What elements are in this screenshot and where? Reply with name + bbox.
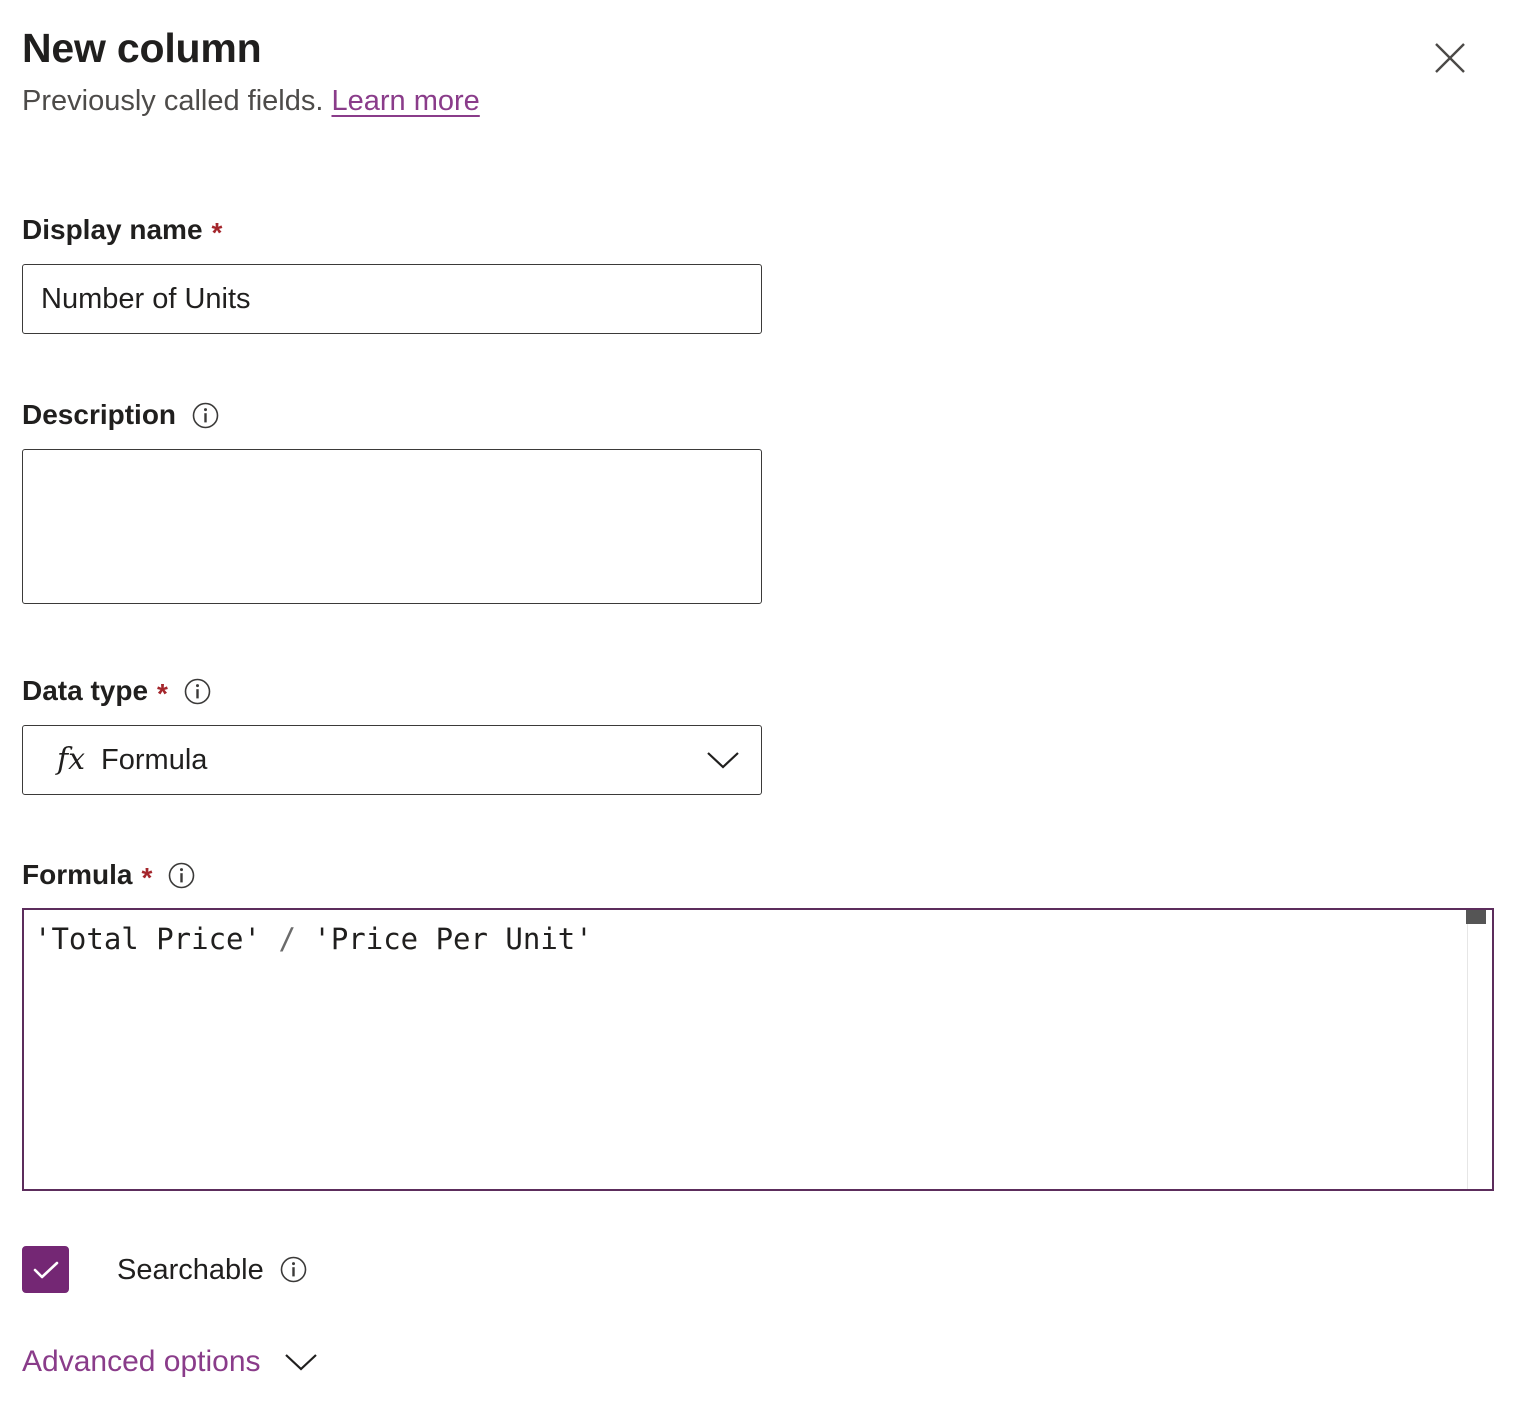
chevron-down-glyph bbox=[283, 1351, 319, 1373]
searchable-label: Searchable bbox=[117, 1252, 264, 1288]
checkmark-icon bbox=[31, 1258, 61, 1282]
data-type-label-text: Data type bbox=[22, 673, 148, 709]
panel-header: New column Previously called fields. Lea… bbox=[22, 22, 1422, 120]
display-name-input[interactable] bbox=[22, 264, 762, 334]
chevron-down-glyph bbox=[705, 749, 741, 771]
advanced-options-label: Advanced options bbox=[22, 1343, 261, 1381]
field-data-type: Data type * fx Formula bbox=[22, 673, 1494, 795]
chevron-down-icon bbox=[705, 749, 741, 771]
info-icon[interactable] bbox=[280, 1256, 307, 1283]
info-icon[interactable] bbox=[192, 402, 219, 429]
formula-editor[interactable]: 'Total Price' / 'Price Per Unit' bbox=[22, 908, 1494, 1191]
formula-operand-left: 'Total Price' bbox=[34, 922, 278, 956]
field-formula: Formula * 'Total Price' / 'Price Per Uni… bbox=[22, 857, 1494, 1191]
searchable-checkbox-row[interactable]: Searchable bbox=[22, 1246, 1494, 1293]
info-icon[interactable] bbox=[168, 862, 195, 889]
info-circle-icon bbox=[184, 678, 211, 705]
new-column-panel: New column Previously called fields. Lea… bbox=[0, 0, 1516, 1403]
required-asterisk: * bbox=[157, 680, 168, 708]
formula-operand-right: 'Price Per Unit' bbox=[296, 922, 593, 956]
data-type-selected-value: Formula bbox=[101, 744, 207, 777]
formula-expression: 'Total Price' / 'Price Per Unit' bbox=[24, 910, 1492, 958]
close-button[interactable] bbox=[1426, 34, 1474, 82]
description-label: Description bbox=[22, 397, 1494, 433]
data-type-label: Data type * bbox=[22, 673, 1494, 709]
info-circle-icon bbox=[280, 1256, 307, 1283]
formula-scrollbar[interactable] bbox=[1467, 910, 1490, 1189]
info-icon[interactable] bbox=[184, 678, 211, 705]
info-circle-icon bbox=[192, 402, 219, 429]
learn-more-link[interactable]: Learn more bbox=[331, 85, 479, 117]
data-type-dropdown[interactable]: fx Formula bbox=[22, 725, 762, 795]
field-display-name: Display name * bbox=[22, 212, 1494, 334]
required-asterisk: * bbox=[141, 864, 152, 892]
display-name-label: Display name * bbox=[22, 212, 1494, 248]
formula-label: Formula * bbox=[22, 857, 1494, 893]
field-description: Description bbox=[22, 397, 1494, 609]
chevron-down-icon bbox=[283, 1351, 319, 1373]
formula-label-text: Formula bbox=[22, 857, 132, 893]
formula-operator: / bbox=[278, 922, 295, 956]
panel-subtitle-text: Previously called fields. bbox=[22, 85, 323, 117]
formula-scrollbar-thumb[interactable] bbox=[1466, 910, 1486, 924]
advanced-options-toggle[interactable]: Advanced options bbox=[22, 1343, 319, 1381]
display-name-label-text: Display name bbox=[22, 212, 203, 248]
fx-icon: fx bbox=[57, 745, 85, 775]
panel-subtitle: Previously called fields. Learn more bbox=[22, 82, 1422, 120]
description-label-text: Description bbox=[22, 397, 176, 433]
searchable-checkbox[interactable] bbox=[22, 1246, 69, 1293]
info-circle-icon bbox=[168, 862, 195, 889]
required-asterisk: * bbox=[212, 219, 223, 247]
close-icon bbox=[1433, 41, 1467, 75]
new-column-form: Display name * Description bbox=[22, 212, 1494, 1381]
page-title: New column bbox=[22, 22, 1422, 74]
description-textarea[interactable] bbox=[22, 449, 762, 604]
